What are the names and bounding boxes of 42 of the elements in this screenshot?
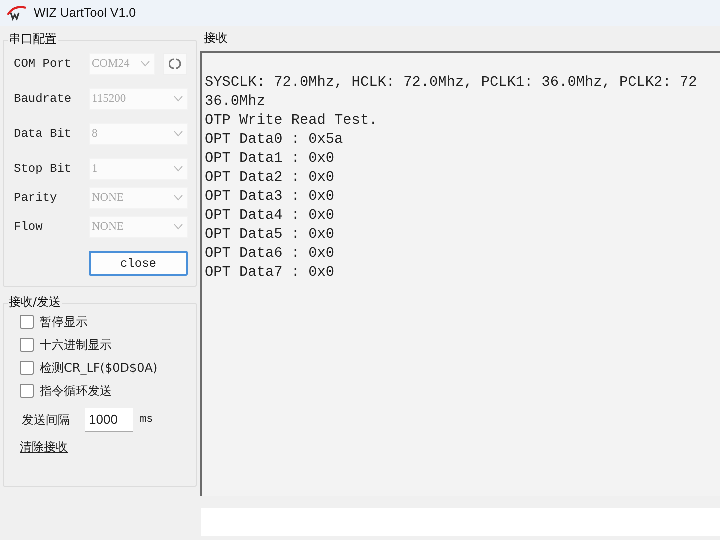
chevron-down-icon [174, 96, 183, 102]
checkbox-label: 检测CR_LF($0D$0A) [40, 360, 158, 376]
field-label: COM Port [14, 57, 73, 71]
clear-link[interactable]: 清除接收 [20, 439, 68, 456]
log-line: OPT Data3 : 0x0 [205, 188, 336, 207]
chevron-down-icon [174, 224, 183, 230]
panel-title: 接收 [203, 31, 229, 45]
window-title: WIZ UartTool V1.0 [34, 6, 136, 20]
log-line: OTP Write Read Test. [205, 112, 379, 131]
group-title: 接收/发送 [8, 295, 62, 310]
interval-label: 发送间隔 [22, 412, 70, 428]
log-line: OPT Data0 : 0x5a [205, 131, 344, 150]
group-title: 串口配置 [8, 32, 58, 47]
chevron-down-icon [141, 61, 150, 67]
checkbox[interactable] [20, 338, 34, 352]
checkbox-label: 暂停显示 [40, 314, 88, 330]
field-label: Baudrate [14, 92, 73, 106]
unit-label: ms [140, 414, 154, 426]
checkbox[interactable] [20, 315, 34, 329]
log-line: OPT Data4 : 0x0 [205, 207, 336, 226]
checkbox[interactable] [20, 384, 34, 398]
log-line: OPT Data5 : 0x0 [205, 226, 336, 245]
logo-icon [6, 5, 28, 21]
checkbox-label: 指令循环发送 [40, 382, 112, 400]
field-label: Parity [14, 191, 58, 205]
checkbox-label: 十六进制显示 [40, 336, 112, 354]
log-line: OPT Data1 : 0x0 [205, 150, 336, 169]
log-line: SYSCLK: 72.0Mhz, HCLK: 72.0Mhz, PCLK1: 36.0Mhz, PCLK2: 72 [205, 74, 698, 93]
checkbox[interactable] [20, 361, 34, 375]
refresh-icon [169, 58, 181, 70]
field-label: Stop Bit [14, 162, 73, 176]
field-label: Data Bit [14, 127, 73, 141]
close-button[interactable]: close [89, 251, 188, 276]
chevron-down-icon [174, 166, 183, 172]
chevron-down-icon [174, 195, 183, 201]
log-line: OPT Data2 : 0x0 [205, 169, 336, 188]
log-line: OPT Data7 : 0x0 [205, 264, 336, 283]
log-line: OPT Data6 : 0x0 [205, 245, 336, 264]
log-line: 36.0Mhz [205, 93, 266, 112]
interval-field[interactable]: 1000 [85, 408, 133, 432]
chevron-down-icon [174, 131, 183, 137]
field-label: Flow [14, 220, 44, 234]
